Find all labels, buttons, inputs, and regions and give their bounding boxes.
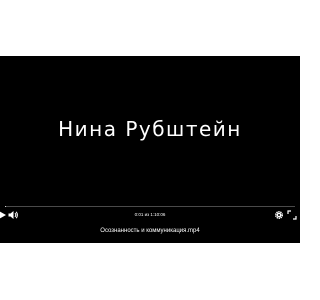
- file-name: Осознанность и коммуникация.mp4: [100, 228, 200, 234]
- fullscreen-icon[interactable]: [286, 209, 298, 221]
- video-player: Нина Рубштейн 0:01 из 1:10:06 Осознаннос…: [0, 56, 300, 243]
- page: Нина Рубштейн 0:01 из 1:10:06 Осознаннос…: [0, 0, 300, 300]
- player-controls: 0:01 из 1:10:06: [0, 207, 300, 223]
- slide-title: Нина Рубштейн: [58, 117, 242, 141]
- video-surface[interactable]: Нина Рубштейн: [0, 56, 300, 204]
- time-readout: 0:01 из 1:10:06: [134, 212, 166, 217]
- gear-icon[interactable]: [273, 209, 285, 221]
